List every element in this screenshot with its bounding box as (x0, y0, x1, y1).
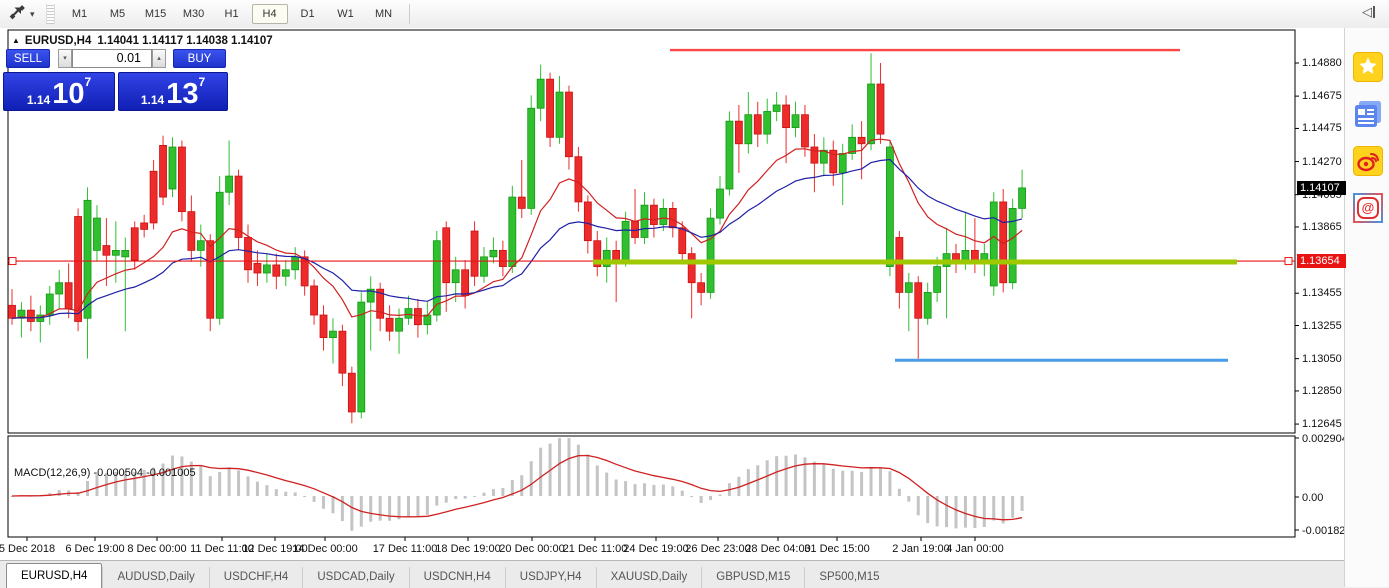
volume-decrease-button[interactable]: ▾ (58, 49, 72, 68)
time-axis-label: 2 Jan 19:00 (892, 543, 950, 555)
time-axis-label: 21 Dec 11:00 (563, 543, 628, 555)
toolbar-separator (409, 4, 410, 24)
macd-value-main: -0.000504 (93, 467, 143, 479)
weibo-icon[interactable] (1353, 146, 1383, 176)
time-axis-label: 18 Dec 19:00 (435, 543, 500, 555)
macd-label: MACD(12,26,9) -0.000504 -0.001005 (14, 467, 196, 479)
time-axis-label: 5 Dec 2018 (0, 543, 55, 555)
price-axis-label: 1.13865 (1302, 221, 1342, 233)
ema-slow-line (12, 160, 1022, 319)
time-axis-label: 26 Dec 23:00 (685, 543, 750, 555)
time-axis-label: 14 Dec 00:00 (292, 543, 357, 555)
ask-prefix: 1.14 (141, 93, 164, 107)
price-axis-label: 1.12645 (1302, 418, 1342, 430)
timeframe-button-d1[interactable]: D1 (290, 4, 326, 24)
ask-pip-digit: 7 (198, 75, 205, 89)
macd-axis-label: 0.002904 (1302, 433, 1348, 445)
timeframe-button-h4[interactable]: H4 (252, 4, 288, 24)
volume-input[interactable]: 0.01 (72, 49, 152, 68)
timeframe-button-h1[interactable]: H1 (214, 4, 250, 24)
chart-symbol-label: EURUSD,H4 (25, 35, 91, 47)
time-axis-label: 8 Dec 00:00 (127, 543, 186, 555)
chart-window[interactable]: ▲ EURUSD,H4 1.14041 1.14117 1.14038 1.1410… (0, 28, 1344, 587)
one-click-trading-panel: SELL ▾ 0.01 ▴ BUY 1.14 10 7 1.14 13 7 (3, 49, 229, 113)
at-glyph: @ (1357, 197, 1379, 219)
bid-pip-digit: 7 (84, 75, 91, 89)
ema-fast-line (12, 139, 1022, 318)
macd-signal-line (12, 456, 1022, 520)
macd-value-signal: -0.001005 (146, 467, 196, 479)
time-axis-label: 17 Dec 11:00 (373, 543, 438, 555)
ask-big-digits: 13 (166, 81, 198, 107)
chart-tab-sp500-m15[interactable]: SP500,M15 (804, 567, 893, 588)
macd-title: MACD(12,26,9) (14, 467, 90, 479)
price-axis-label: 1.14475 (1302, 122, 1342, 134)
macd-plot-border (8, 436, 1295, 537)
collapse-bar-icon (1373, 6, 1375, 18)
timeframe-button-m5[interactable]: M5 (100, 4, 136, 24)
right-sidebar: @ (1344, 28, 1389, 587)
chart-tab-usdjpy-h4[interactable]: USDJPY,H4 (505, 567, 596, 588)
favorites-star-icon[interactable] (1353, 52, 1383, 82)
price-axis-label: 1.13255 (1302, 320, 1342, 332)
chart-tab-eurusd-h4[interactable]: EURUSD,H4 (6, 563, 102, 588)
price-axis-label: 1.12850 (1302, 385, 1342, 397)
bid-prefix: 1.14 (27, 93, 50, 107)
chart-tab-usdchf-h4[interactable]: USDCHF,H4 (209, 567, 303, 588)
time-axis-label: 6 Dec 19:00 (65, 543, 124, 555)
bid-big-digits: 10 (52, 81, 84, 107)
chart-tab-bar: EURUSD,H4AUDUSD,DailyUSDCHF,H4USDCAD,Dai… (0, 560, 1344, 588)
chart-windows-button[interactable]: ▾ (6, 2, 38, 27)
line-handle-left (9, 258, 16, 265)
time-axis-label: 20 Dec 00:00 (499, 543, 564, 555)
buy-button[interactable]: BUY (173, 49, 226, 68)
sell-button[interactable]: SELL (6, 49, 50, 68)
line-handle-right (1285, 258, 1292, 265)
chart-tab-gbpusd-m15[interactable]: GBPUSD,M15 (701, 567, 804, 588)
price-axis-label: 1.14675 (1302, 90, 1342, 102)
chart-tab-usdcnh-h4[interactable]: USDCNH,H4 (409, 567, 505, 588)
toolbar-grip (46, 4, 55, 24)
price-axis-label: 1.13050 (1302, 353, 1342, 365)
sell-price-button[interactable]: 1.14 10 7 (3, 72, 115, 111)
timeframe-button-m15[interactable]: M15 (138, 4, 174, 24)
expand-triangle-icon[interactable]: ▲ (12, 36, 20, 45)
price-axis-label: 1.14270 (1302, 156, 1342, 168)
collapse-arrow-icon: ◁ (1362, 4, 1372, 20)
chart-ohlc-values: 1.14041 1.14117 1.14038 1.14107 (97, 35, 272, 47)
time-axis-label: 24 Dec 19:00 (623, 543, 688, 555)
current-price-badge: 1.14107 (1297, 181, 1346, 195)
news-icon[interactable] (1353, 99, 1383, 129)
price-axis-label: 1.13455 (1302, 287, 1342, 299)
chart-header: ▲ EURUSD,H4 1.14041 1.14117 1.14038 1.1410… (12, 35, 273, 47)
timeframe-toolbar: ▾ M1M5M15M30H1H4D1W1MN ◁ (0, 0, 1389, 29)
macd-axis-label: 0.00 (1302, 492, 1323, 504)
tile-charts-icon (9, 4, 27, 25)
time-axis-label: 28 Dec 04:00 (745, 543, 810, 555)
chart-tab-usdcad-daily[interactable]: USDCAD,Daily (302, 567, 408, 588)
timeframe-buttons: M1M5M15M30H1H4D1W1MN (61, 4, 403, 24)
email-icon[interactable]: @ (1353, 193, 1383, 223)
hline-price-badge: 1.13654 (1297, 254, 1346, 268)
chart-tab-audusd-daily[interactable]: AUDUSD,Daily (102, 567, 208, 588)
timeframe-button-m1[interactable]: M1 (62, 4, 98, 24)
timeframe-button-w1[interactable]: W1 (328, 4, 364, 24)
buy-price-button[interactable]: 1.14 13 7 (118, 72, 228, 111)
price-axis-label: 1.14880 (1302, 57, 1342, 69)
volume-increase-button[interactable]: ▴ (152, 49, 166, 68)
chevron-down-icon[interactable]: ▾ (30, 9, 35, 20)
chart-tab-xauusd-daily[interactable]: XAUUSD,Daily (596, 567, 702, 588)
timeframe-button-m30[interactable]: M30 (176, 4, 212, 24)
time-axis-label: 31 Dec 15:00 (804, 543, 869, 555)
time-axis-label: 4 Jan 00:00 (946, 543, 1004, 555)
mt4-window: ▾ M1M5M15M30H1H4D1W1MN ◁ ▲EURUSD,H41.140… (0, 0, 1389, 587)
timeframe-button-mn[interactable]: MN (366, 4, 402, 24)
collapse-panel-button[interactable]: ◁ (1362, 4, 1375, 20)
